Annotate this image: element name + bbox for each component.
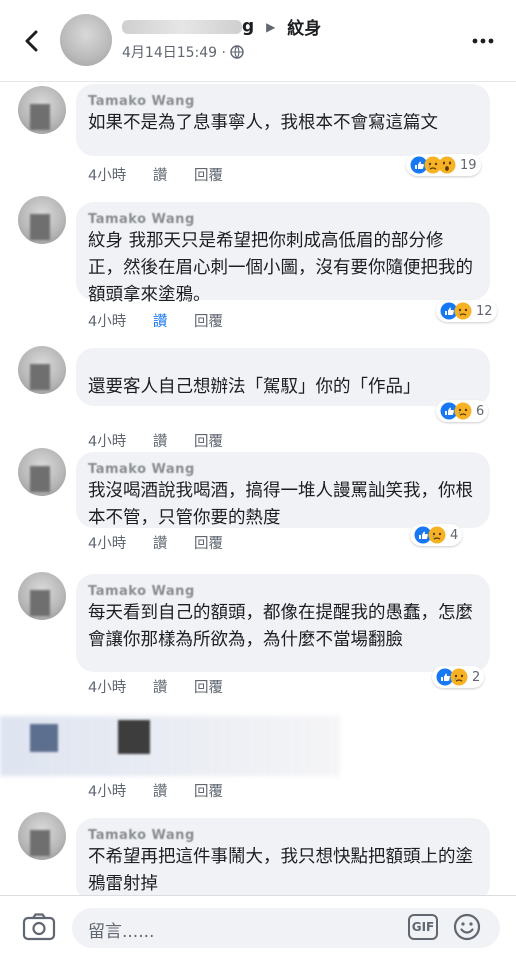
emoji-icon[interactable] xyxy=(452,912,482,942)
post-header: g ▶ 紋身 4月14日15:49 · xyxy=(0,0,516,82)
commenter-avatar[interactable] xyxy=(18,86,66,134)
comment-input-placeholder: 留言...... xyxy=(88,922,155,942)
sad-icon xyxy=(428,526,446,544)
commenter-name[interactable] xyxy=(88,358,476,374)
commenter-avatar[interactable] xyxy=(18,346,66,394)
reaction-count: 12 xyxy=(476,303,493,319)
commenter-name[interactable]: Tamako Wang xyxy=(88,212,476,228)
reaction-summary[interactable]: 12 xyxy=(436,300,497,322)
comment-time[interactable]: 4小時 xyxy=(88,314,126,330)
wow-icon xyxy=(438,156,456,174)
comment-bubble: Tamako Wang 紋身 我那天只是希望把你刺成高低眉的部分修正，然後在眉心… xyxy=(76,202,490,305)
poster-name[interactable]: g ▶ 紋身 xyxy=(122,14,321,39)
target-page-name[interactable]: 紋身 xyxy=(287,19,321,39)
reaction-count: 19 xyxy=(460,157,477,173)
redacted-avatar xyxy=(30,724,58,752)
reaction-count: 6 xyxy=(476,403,485,419)
reply-button[interactable]: 回覆 xyxy=(194,784,223,800)
comment-time[interactable]: 4小時 xyxy=(88,680,126,696)
like-button[interactable]: 讚 xyxy=(153,168,168,184)
comment-text: 紋身 我那天只是希望把你刺成高低眉的部分修正，然後在眉心刺一個小圖，沒有要你隨便… xyxy=(88,231,473,305)
meta-separator: · xyxy=(221,45,226,61)
gif-button[interactable]: GIF xyxy=(408,914,438,940)
reply-button[interactable]: 回覆 xyxy=(194,536,223,552)
sad-icon xyxy=(450,668,468,686)
comment-actions: 4小時 讚 回覆 xyxy=(88,310,245,331)
comment-bubble: Tamako Wang 如果不是為了息事寧人，我根本不會寫這篇文 xyxy=(76,84,490,156)
share-arrow-icon: ▶ xyxy=(266,19,276,34)
redacted-name xyxy=(122,19,242,34)
sad-icon xyxy=(454,302,472,320)
back-arrow-icon[interactable] xyxy=(16,26,46,56)
commenter-name[interactable]: Tamako Wang xyxy=(88,94,476,110)
reaction-count: 2 xyxy=(472,669,481,685)
reaction-summary[interactable]: 2 xyxy=(432,666,485,688)
like-button[interactable]: 讚 xyxy=(153,536,168,552)
like-button[interactable]: 讚 xyxy=(153,314,168,330)
comment-actions: 4小時 讚 回覆 xyxy=(88,780,245,801)
comment-composer: 留言...... GIF xyxy=(0,895,516,960)
comment-text: 如果不是為了息事寧人，我根本不會寫這篇文 xyxy=(88,113,438,133)
comment-text: 每天看到自己的額頭，都像在提醒我的愚蠢，怎麼會讓你那樣為所欲為，為什麼不當場翻臉 xyxy=(88,603,473,650)
comment-time[interactable]: 4小時 xyxy=(88,784,126,800)
redacted-avatar xyxy=(118,720,150,754)
like-button[interactable]: 讚 xyxy=(153,434,168,450)
comment-bubble: 還要客人自己想辦法「駕馭」你的「作品」 xyxy=(76,348,490,406)
post-timestamp[interactable]: 4月14日15:49 xyxy=(122,45,217,61)
reaction-summary[interactable]: 19 xyxy=(406,154,481,176)
commenter-avatar[interactable] xyxy=(18,812,66,860)
commenter-avatar[interactable] xyxy=(18,572,66,620)
comment-text: 還要客人自己想辦法「駕馭」你的「作品」 xyxy=(88,377,421,397)
more-options-icon[interactable] xyxy=(470,28,496,54)
post-meta: 4月14日15:49 · xyxy=(122,42,245,62)
camera-icon[interactable] xyxy=(22,912,56,942)
commenter-avatar[interactable] xyxy=(18,448,66,496)
reply-button[interactable]: 回覆 xyxy=(194,680,223,696)
reply-button[interactable]: 回覆 xyxy=(194,314,223,330)
comment-time[interactable]: 4小時 xyxy=(88,536,126,552)
commenter-avatar[interactable] xyxy=(18,196,66,244)
reaction-count: 4 xyxy=(450,527,459,543)
comment-time[interactable]: 4小時 xyxy=(88,168,126,184)
like-button[interactable]: 讚 xyxy=(153,784,168,800)
reply-button[interactable]: 回覆 xyxy=(194,168,223,184)
poster-name-tail: g xyxy=(242,16,255,37)
comment-actions: 4小時 讚 回覆 xyxy=(88,164,245,185)
comment-time[interactable]: 4小時 xyxy=(88,434,126,450)
commenter-name[interactable]: Tamako Wang xyxy=(88,462,476,478)
comment-actions: 4小時 讚 回覆 xyxy=(88,676,245,697)
commenter-name[interactable]: Tamako Wang xyxy=(88,584,476,600)
comment-actions: 4小時 讚 回覆 xyxy=(88,430,245,451)
comment-actions: 4小時 讚 回覆 xyxy=(88,532,245,553)
comment-input[interactable]: 留言...... GIF xyxy=(72,908,500,948)
comment-text: 不希望再把這件事鬧大，我只想快點把額頭上的塗鴉雷射掉 xyxy=(88,847,473,894)
poster-avatar[interactable] xyxy=(60,14,112,66)
comment-bubble: Tamako Wang 每天看到自己的額頭，都像在提醒我的愚蠢，怎麼會讓你那樣為… xyxy=(76,574,490,672)
like-button[interactable]: 讚 xyxy=(153,680,168,696)
comment-bubble: Tamako Wang 我沒喝酒說我喝酒，搞得一堆人謾罵訕笑我，你根本不管，只管… xyxy=(76,452,490,528)
sad-icon xyxy=(454,402,472,420)
reply-button[interactable]: 回覆 xyxy=(194,434,223,450)
comment-bubble: Tamako Wang 不希望再把這件事鬧大，我只想快點把額頭上的塗鴉雷射掉 xyxy=(76,818,490,902)
reaction-summary[interactable]: 4 xyxy=(410,524,463,546)
commenter-name[interactable]: Tamako Wang xyxy=(88,828,476,844)
public-globe-icon xyxy=(230,45,245,59)
reaction-summary[interactable]: 6 xyxy=(436,400,489,422)
